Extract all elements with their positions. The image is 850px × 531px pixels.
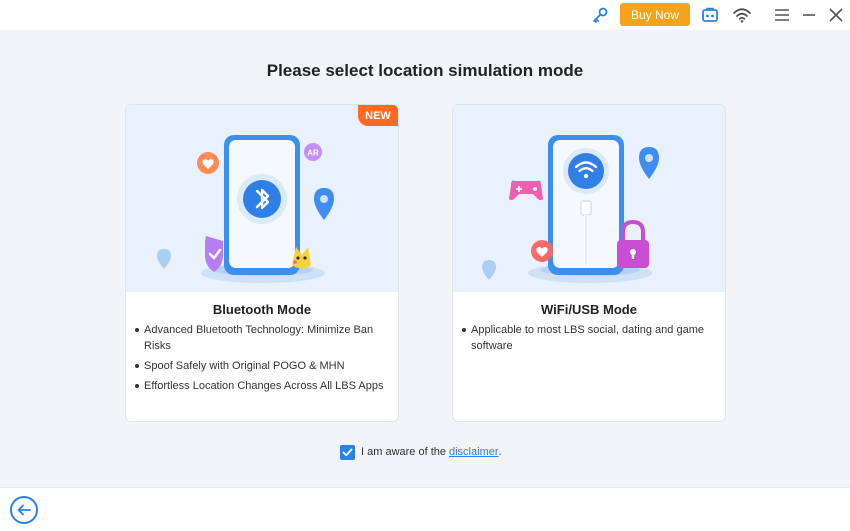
arrow-left-icon [17,504,31,516]
page-title: Please select location simulation mode [266,61,584,80]
new-badge: NEW [358,105,398,126]
wifi-usb-mode-title: WiFi/USB Mode [541,302,637,317]
bluetooth-mode-title: Bluetooth Mode [212,302,312,317]
agree-checkbox[interactable] [340,444,355,460]
menu-icon[interactable] [772,4,792,26]
bluetooth-feature-list: Advanced Bluetooth Technology: Minimize … [135,322,385,398]
key-icon[interactable] [590,4,610,26]
wifi-usb-feature-list: Applicable to most LBS social, dating an… [462,322,712,358]
buy-now-button[interactable]: Buy Now [620,3,690,26]
disclaimer-agreement: I am aware of the disclaimer . [340,444,502,460]
ar-badge: AR [307,149,319,158]
agreement-suffix: . [498,446,502,458]
wifi-icon[interactable] [731,4,753,26]
agreement-text: I am aware of the [361,446,446,458]
bluetooth-illustration: AR [126,105,398,292]
title-bar: Buy Now [0,0,850,30]
list-item: Spoof Safely with Original POGO & MHN [135,358,385,374]
close-icon[interactable] [827,4,845,26]
wifi-usb-mode-card[interactable]: WiFi/USB Mode Applicable to most LBS soc… [452,104,726,422]
footer-bar [0,487,850,531]
list-item: Applicable to most LBS social, dating an… [462,322,712,354]
wifi-usb-illustration [453,105,725,292]
disclaimer-link[interactable]: disclaimer [449,446,499,458]
toolbox-icon[interactable] [700,4,720,26]
list-item: Effortless Location Changes Across All L… [135,378,385,394]
list-item: Advanced Bluetooth Technology: Minimize … [135,322,385,354]
check-icon [342,448,353,456]
minimize-icon[interactable] [800,4,818,26]
back-button[interactable] [10,496,38,524]
bluetooth-mode-card[interactable]: AR NEW Bluetooth Mode Advanced Bluetooth… [125,104,399,422]
